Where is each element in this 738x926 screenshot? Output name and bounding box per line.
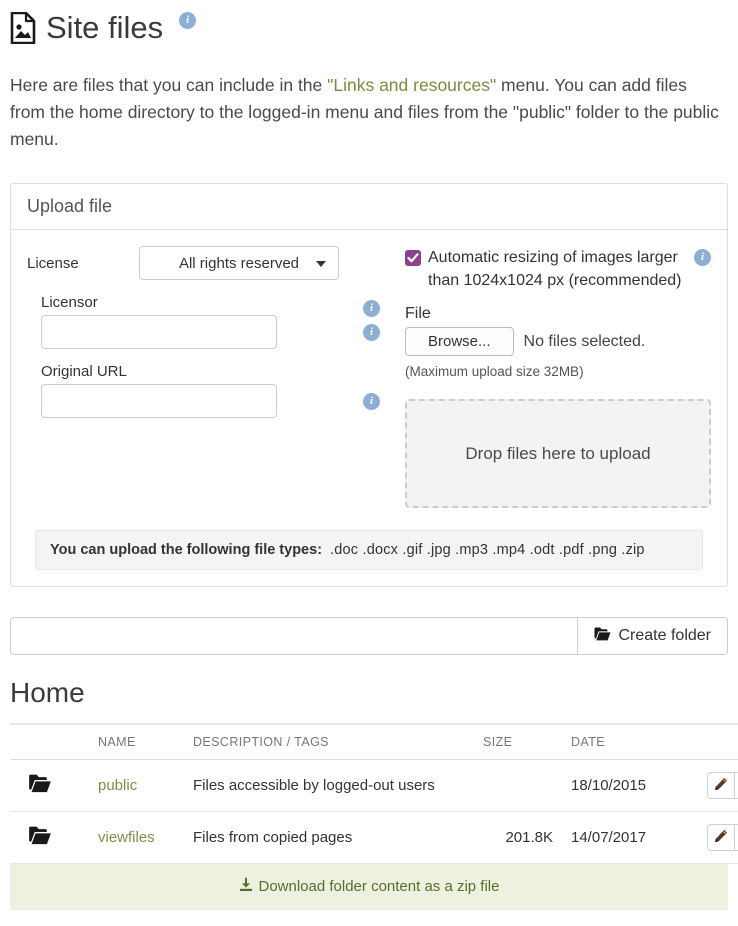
file-image-icon — [10, 12, 36, 44]
dropzone-text: Drop files here to upload — [465, 444, 650, 464]
chevron-down-icon — [316, 261, 326, 267]
file-types-list: .doc .docx .gif .jpg .mp3 .mp4 .odt .pdf… — [330, 542, 645, 558]
column-header-date[interactable]: DATE — [553, 724, 681, 760]
license-row: License All rights reserved — [27, 246, 399, 280]
pencil-icon — [714, 777, 728, 794]
auto-resize-row: Automatic resizing of images larger than… — [405, 246, 711, 292]
edit-button[interactable] — [707, 824, 734, 851]
download-zip-label: Download folder content as a zip file — [259, 878, 500, 895]
intro-before: Here are files that you can include in t… — [10, 75, 327, 95]
delete-button[interactable] — [734, 824, 738, 851]
upload-panel-body: License All rights reserved Licensor i O… — [11, 230, 727, 586]
license-select[interactable]: All rights reserved — [139, 246, 339, 280]
column-header-size[interactable]: SIZE — [483, 724, 553, 760]
row-description-cell: Files accessible by logged-out users — [193, 760, 483, 812]
column-header-icon — [10, 724, 98, 760]
row-size-cell: 201.8K — [483, 812, 553, 864]
download-zip-link[interactable]: Download folder content as a zip file — [239, 877, 500, 896]
max-upload-size-note: (Maximum upload size 32MB) — [405, 364, 711, 379]
row-folder-icon-cell — [10, 760, 98, 812]
table-row: viewfiles Files from copied pages 201.8K… — [10, 812, 738, 864]
delete-button[interactable] — [734, 772, 738, 799]
upload-left-column: License All rights reserved Licensor i O… — [27, 246, 399, 508]
dropzone[interactable]: Drop files here to upload — [405, 399, 711, 508]
intro-text: Here are files that you can include in t… — [10, 72, 722, 153]
row-name-cell: public — [98, 760, 193, 812]
upload-right-column: Automatic resizing of images larger than… — [399, 246, 711, 508]
download-zip-bar: Download folder content as a zip file — [10, 864, 728, 910]
file-status-text: No files selected. — [524, 333, 646, 351]
page-title: Site files i — [10, 6, 728, 50]
upload-panel-heading: Upload file — [11, 184, 727, 230]
page-title-text: Site files — [46, 6, 163, 50]
row-date-cell: 18/10/2015 — [553, 760, 681, 812]
create-folder-input[interactable] — [10, 617, 577, 655]
license-label: License — [27, 255, 139, 272]
row-description-cell: Files from copied pages — [193, 812, 483, 864]
license-info-icon[interactable]: i — [363, 300, 380, 317]
original-url-info-icon[interactable]: i — [363, 393, 380, 410]
browse-button[interactable]: Browse... — [405, 327, 514, 356]
auto-resize-info-icon[interactable]: i — [694, 249, 711, 266]
folder-open-icon — [594, 627, 611, 646]
column-header-actions — [681, 724, 738, 760]
folder-open-icon — [28, 832, 52, 849]
create-folder-row: Create folder — [10, 617, 728, 655]
links-and-resources-link[interactable]: "Links and resources" — [327, 75, 496, 95]
licensor-input[interactable] — [41, 315, 277, 349]
original-url-input[interactable] — [41, 384, 277, 418]
pencil-icon — [714, 829, 728, 846]
upload-file-panel: Upload file License All rights reserved … — [10, 183, 728, 587]
licensor-label: Licensor — [41, 294, 399, 311]
row-action-group — [707, 824, 738, 851]
folder-open-icon — [28, 780, 52, 797]
download-icon — [239, 877, 253, 896]
original-url-label: Original URL — [41, 363, 399, 380]
row-action-group — [707, 772, 738, 799]
auto-resize-label: Automatic resizing of images larger than… — [428, 246, 687, 292]
folder-link-public[interactable]: public — [98, 777, 137, 794]
site-files-page: Site files i Here are files that you can… — [0, 6, 738, 910]
column-header-name[interactable]: NAME — [98, 724, 193, 760]
row-date-cell: 14/07/2017 — [553, 812, 681, 864]
license-selected-value: All rights reserved — [179, 255, 299, 272]
row-name-cell: viewfiles — [98, 812, 193, 864]
row-actions-cell — [681, 760, 738, 812]
column-header-description[interactable]: DESCRIPTION / TAGS — [193, 724, 483, 760]
files-section-title: Home — [10, 677, 728, 709]
file-types-label: You can upload the following file types: — [50, 542, 322, 558]
row-actions-cell — [681, 812, 738, 864]
allowed-file-types: You can upload the following file types:… — [35, 530, 703, 570]
file-input-row: Browse... No files selected. — [405, 327, 711, 356]
folder-link-viewfiles[interactable]: viewfiles — [98, 829, 155, 846]
info-icon[interactable]: i — [179, 12, 196, 29]
table-header-row: NAME DESCRIPTION / TAGS SIZE DATE — [10, 724, 738, 760]
files-table: NAME DESCRIPTION / TAGS SIZE DATE — [10, 723, 738, 864]
row-size-cell — [483, 760, 553, 812]
edit-button[interactable] — [707, 772, 734, 799]
auto-resize-checkbox[interactable] — [405, 250, 421, 266]
file-label: File — [405, 305, 711, 323]
row-folder-icon-cell — [10, 812, 98, 864]
create-folder-button-label: Create folder — [619, 627, 712, 645]
table-row: public Files accessible by logged-out us… — [10, 760, 738, 812]
create-folder-button[interactable]: Create folder — [577, 617, 729, 655]
licensor-info-icon[interactable]: i — [363, 324, 380, 341]
